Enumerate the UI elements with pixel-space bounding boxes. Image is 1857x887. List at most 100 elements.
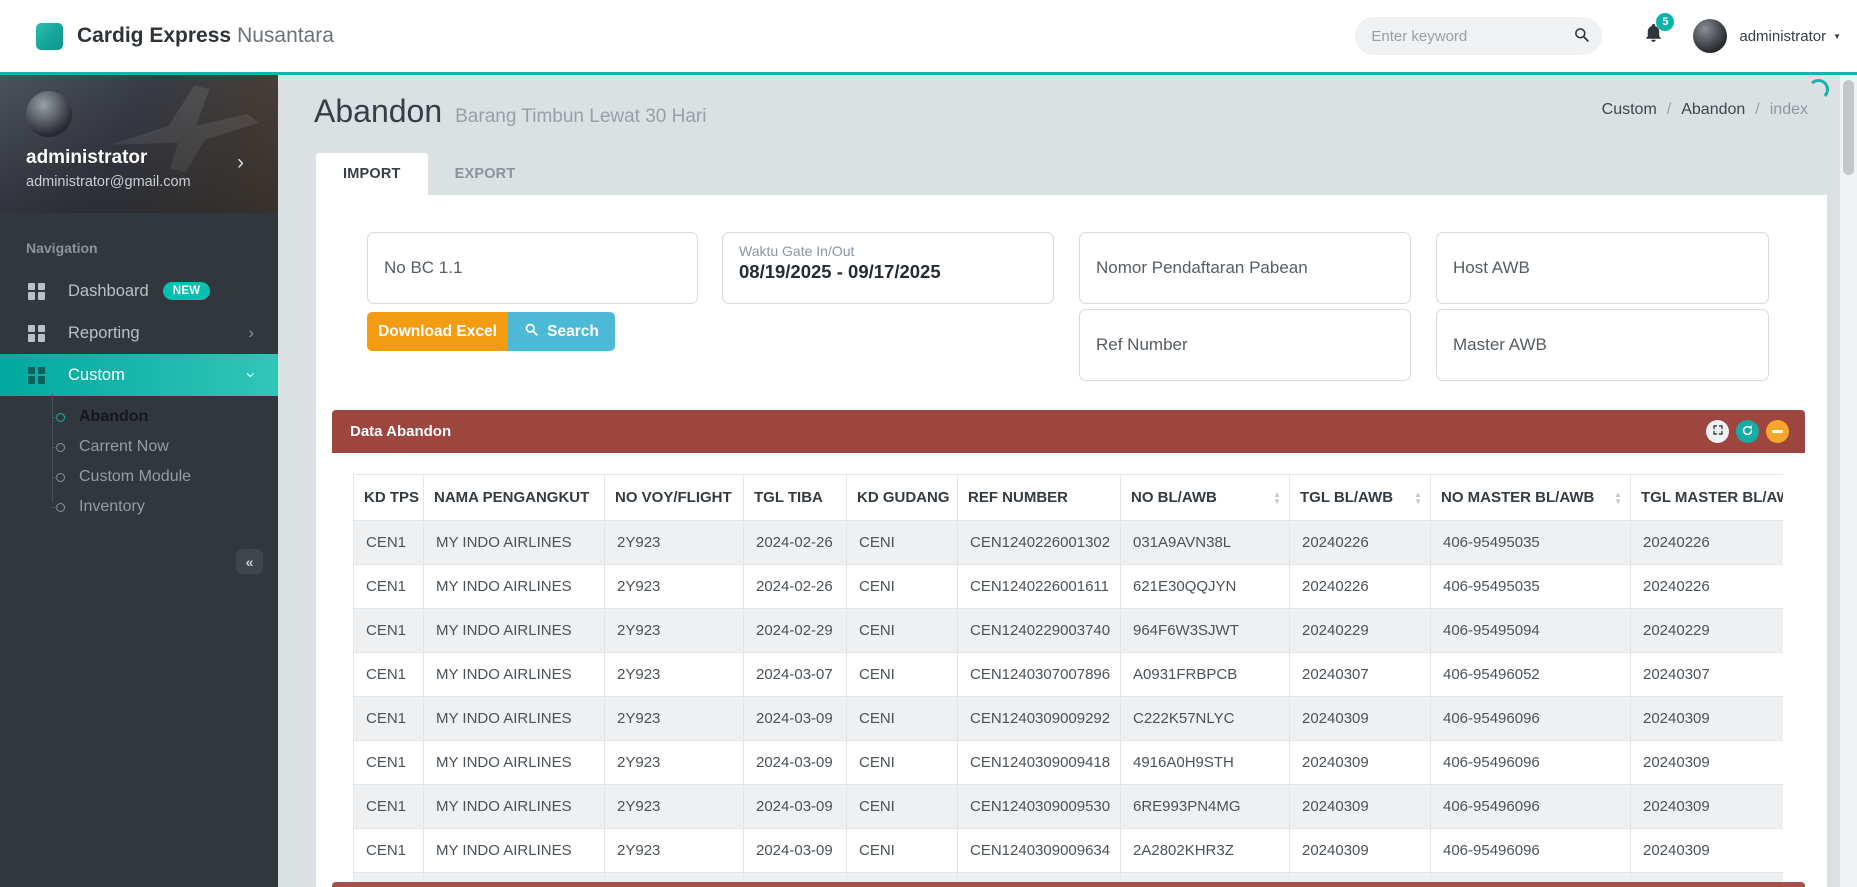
topbar-actions: 5 administrator ▼ (1355, 0, 1841, 72)
table-cell: CENI (847, 829, 958, 873)
nomor-pendaftaran-pabean-input[interactable] (1079, 232, 1411, 304)
tab-export[interactable]: EXPORT (428, 153, 543, 195)
user-avatar[interactable] (1693, 19, 1727, 53)
column-header-tgl-tiba[interactable]: TGL TIBA (744, 475, 847, 521)
table-cell: 406-95496052 (1431, 653, 1631, 697)
sidebar-subitem-abandon[interactable]: Abandon (0, 402, 278, 432)
no-bc-input[interactable] (367, 232, 698, 304)
table-row: CEN1MY INDO AIRLINES2Y9232024-03-09CENIC… (354, 697, 1784, 741)
table-cell: CENI (847, 697, 958, 741)
bullet-circle-icon (56, 473, 65, 482)
notifications-button[interactable]: 5 (1642, 22, 1665, 50)
sidebar-subitem-label: Custom Module (79, 468, 191, 486)
host-awb-input[interactable] (1436, 232, 1769, 304)
tab-import[interactable]: IMPORT (316, 153, 428, 195)
table-cell: MY INDO AIRLINES (424, 653, 605, 697)
profile-name: administrator (26, 147, 147, 169)
table-cell: CEN1240226001302 (958, 521, 1121, 565)
expand-icon (1712, 424, 1724, 439)
chevron-right-icon: › (248, 323, 254, 343)
refresh-button[interactable] (1736, 420, 1759, 443)
sort-icon: ▲▼ (1414, 491, 1422, 505)
column-header-nama-pengangkut[interactable]: NAMA PENGANGKUT (424, 475, 605, 521)
search-button[interactable]: Search (508, 312, 615, 351)
table-cell: 20240226 (1631, 565, 1784, 609)
table-cell: CEN1240226001611 (958, 565, 1121, 609)
table-row: CEN1MY INDO AIRLINES2Y9232024-02-29CENIC… (354, 609, 1784, 653)
table-cell: 406-95496096 (1431, 741, 1631, 785)
sidebar-subitem-custom-module[interactable]: Custom Module (0, 462, 278, 492)
table-cell: 20240309 (1290, 873, 1431, 883)
table-cell: CEN1 (354, 609, 424, 653)
main-content: Custom/Abandon/index Abandon Barang Timb… (278, 75, 1857, 887)
table-cell: CEN1 (354, 741, 424, 785)
scrollbar-thumb[interactable] (1843, 80, 1854, 175)
brand-logo-icon (36, 23, 63, 50)
column-label: NO BL/AWB (1131, 489, 1217, 506)
download-excel-button[interactable]: Download Excel (367, 312, 508, 351)
table-cell: CEN1 (354, 829, 424, 873)
table-cell: 20240309 (1631, 741, 1784, 785)
waktu-gate-label: Waktu Gate In/Out (739, 243, 1053, 259)
table-cell: 20240309 (1290, 741, 1431, 785)
column-header-no-master-bl-awb[interactable]: NO MASTER BL/AWB▲▼ (1431, 475, 1631, 521)
table-cell: CENI (847, 785, 958, 829)
data-abandon-table: KD TPS▼NAMA PENGANGKUTNO VOY/FLIGHTTGL T… (353, 474, 1783, 882)
nav-section-label: Navigation (26, 240, 278, 256)
collapse-panel-button[interactable] (1766, 420, 1789, 443)
table-cell: A0931FRBPCB (1121, 653, 1290, 697)
expand-button[interactable] (1706, 420, 1729, 443)
table-cell: MY INDO AIRLINES (424, 785, 605, 829)
sidebar-item-dashboard[interactable]: Dashboard NEW (0, 270, 278, 312)
table-cell: CEN1 (354, 697, 424, 741)
breadcrumb-custom[interactable]: Custom (1602, 101, 1657, 118)
sidebar-subitem-inventory[interactable]: Inventory (0, 492, 278, 522)
sidebar-item-label: Reporting (68, 324, 140, 343)
brand-name-light: Nusantara (237, 24, 334, 47)
bullet-circle-icon (56, 503, 65, 512)
brand[interactable]: Cardig ExpressNusantara (36, 0, 334, 72)
table-cell: CEN1240309009663 (958, 873, 1121, 883)
column-label: TGL MASTER BL/AWB (1641, 489, 1783, 506)
sidebar-subitem-label: Inventory (79, 498, 145, 516)
column-header-tgl-bl-awb[interactable]: TGL BL/AWB ▲▼ (1290, 475, 1431, 521)
column-header-tgl-master-bl-awb[interactable]: TGL MASTER BL/AWB (1631, 475, 1784, 521)
profile-chevron-right-icon[interactable]: › (237, 151, 244, 175)
table-cell: 20240226 (1290, 565, 1431, 609)
sidebar-subitem-carrent-now[interactable]: Carrent Now (0, 432, 278, 462)
breadcrumb-abandon[interactable]: Abandon (1681, 101, 1745, 118)
filter-actions: Download Excel Search (367, 312, 615, 351)
sidebar-collapse-button[interactable]: « (236, 549, 263, 574)
ref-number-input[interactable] (1079, 309, 1411, 381)
user-menu-caret-icon[interactable]: ▼ (1833, 32, 1841, 41)
table-cell: 2024-02-26 (744, 565, 847, 609)
search-submit-button[interactable] (1572, 25, 1591, 47)
table-cell: 20240307 (1290, 653, 1431, 697)
sidebar-item-custom[interactable]: Custom › (0, 354, 278, 396)
table-cell: CENI (847, 653, 958, 697)
column-header-kd-tps[interactable]: KD TPS▼ (354, 475, 424, 521)
table-cell: 2Y923 (605, 609, 744, 653)
table-cell: 4916A0H9STH (1121, 741, 1290, 785)
column-label: TGL BL/AWB (1300, 489, 1393, 506)
breadcrumb: Custom/Abandon/index (1602, 101, 1808, 119)
table-cell: 2024-03-09 (744, 829, 847, 873)
column-header-no-voy-flight[interactable]: NO VOY/FLIGHT (605, 475, 744, 521)
table-cell: CEN1 (354, 873, 424, 883)
table-cell: 406-95495094 (1431, 609, 1631, 653)
sidebar-item-reporting[interactable]: Reporting › (0, 312, 278, 354)
table-cell: 2Y923 (605, 785, 744, 829)
column-header-ref-number[interactable]: REF NUMBER (958, 475, 1121, 521)
column-header-kd-gudang[interactable]: KD GUDANG (847, 475, 958, 521)
table-cell: 406-95496096 (1431, 873, 1631, 883)
user-menu[interactable]: administrator (1739, 28, 1826, 45)
search-input[interactable] (1369, 27, 1572, 46)
tabs: IMPORT EXPORT (316, 153, 542, 195)
master-awb-input[interactable] (1436, 309, 1769, 381)
table-cell: CEN1 (354, 785, 424, 829)
loading-spinner-icon (1808, 79, 1829, 100)
column-header-no-bl-awb[interactable]: NO BL/AWB▲▼ (1121, 475, 1290, 521)
table-cell: CENI (847, 521, 958, 565)
waktu-gate-range-field[interactable]: Waktu Gate In/Out 08/19/2025 - 09/17/202… (722, 232, 1054, 304)
table-row: CEN1MY INDO AIRLINES2Y9232024-03-09CENIC… (354, 829, 1784, 873)
